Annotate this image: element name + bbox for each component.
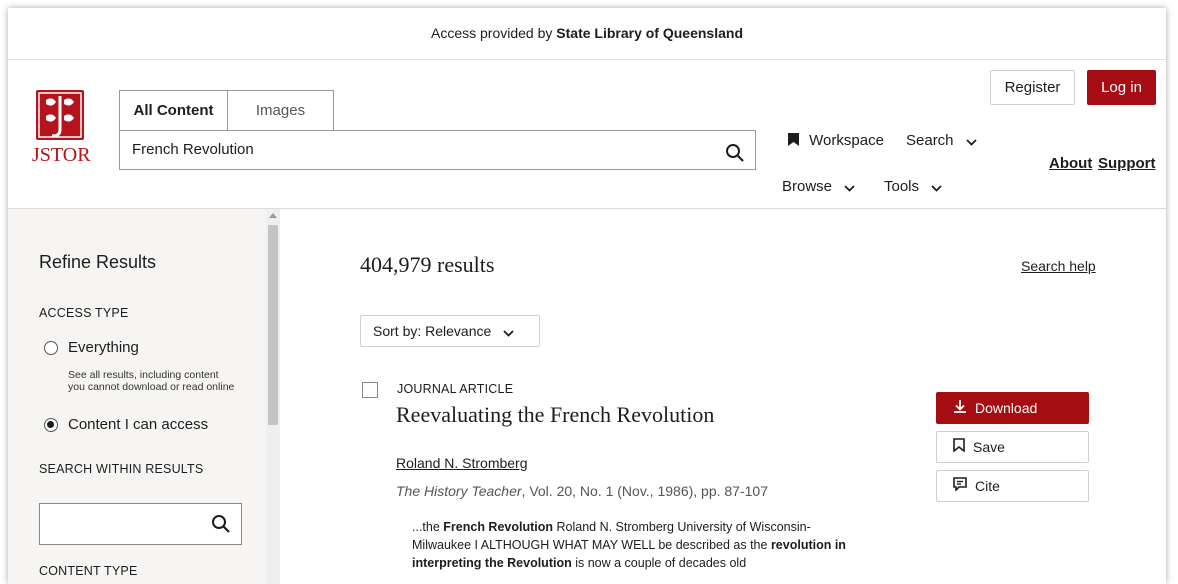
nav-browse[interactable]: Browse xyxy=(782,178,855,196)
download-label: Download xyxy=(975,400,1038,416)
site-header: JSTOR All Content Images French Revoluti… xyxy=(8,60,1166,209)
sort-label: Sort by: Relevance xyxy=(373,323,492,339)
chevron-down-icon xyxy=(844,179,855,196)
refine-title: Refine Results xyxy=(39,252,157,272)
radio-everything[interactable] xyxy=(44,341,58,355)
download-icon xyxy=(953,393,967,423)
radio-content-i-can-access[interactable] xyxy=(44,418,58,432)
support-link[interactable]: Support xyxy=(1098,155,1156,172)
chevron-down-icon xyxy=(966,133,977,150)
nav-tools-label: Tools xyxy=(884,178,920,195)
search-within-input[interactable] xyxy=(39,503,242,545)
cite-label: Cite xyxy=(975,478,1000,494)
access-prefix: Access provided by xyxy=(430,25,553,41)
jstor-logo[interactable]: JSTOR xyxy=(32,90,91,176)
access-bar: Access provided by State Library of Quee… xyxy=(8,8,1166,60)
login-button[interactable]: Log in xyxy=(1087,70,1156,105)
content-type-label: CONTENT TYPE xyxy=(39,564,138,578)
search-icon[interactable] xyxy=(211,514,231,539)
sidebar-scrollbar[interactable] xyxy=(266,209,280,584)
save-label: Save xyxy=(973,439,1005,455)
logo-text: JSTOR xyxy=(32,144,91,166)
results-count: 404,979 results xyxy=(360,252,495,277)
radio-everything-desc: See all results, including content you c… xyxy=(68,369,235,393)
chevron-down-icon xyxy=(931,179,942,196)
result-type: JOURNAL ARTICLE xyxy=(397,382,514,396)
register-button[interactable]: Register xyxy=(990,70,1075,105)
nav-workspace[interactable]: Workspace xyxy=(788,132,884,149)
cite-button[interactable]: Cite xyxy=(936,470,1089,502)
result-citation-details: , Vol. 20, No. 1 (Nov., 1986), pp. 87-10… xyxy=(521,483,768,499)
access-institution: State Library of Queensland xyxy=(556,25,743,41)
result-title[interactable]: Reevaluating the French Revolution xyxy=(396,402,714,428)
result-snippet: ...the French Revolution Roland N. Strom… xyxy=(412,518,852,572)
search-input-value: French Revolution xyxy=(132,141,254,158)
result-journal: The History Teacher xyxy=(396,483,522,499)
tab-images[interactable]: Images xyxy=(228,90,334,130)
result-citation: The History Teacher, Vol. 20, No. 1 (Nov… xyxy=(396,483,768,499)
sort-dropdown[interactable]: Sort by: Relevance xyxy=(360,315,540,347)
tab-all-content[interactable]: All Content xyxy=(119,90,228,130)
search-icon[interactable] xyxy=(725,140,745,178)
nav-workspace-label: Workspace xyxy=(809,132,884,149)
nav-tools[interactable]: Tools xyxy=(884,178,942,196)
scrollbar-thumb[interactable] xyxy=(268,225,278,425)
snippet-text: ...the xyxy=(412,520,444,534)
scroll-up-arrow-icon[interactable] xyxy=(269,213,277,218)
quote-icon xyxy=(953,471,967,501)
search-input[interactable]: French Revolution xyxy=(119,130,756,170)
download-button[interactable]: Download xyxy=(936,392,1089,424)
jstor-emblem-icon xyxy=(36,90,84,140)
nav-browse-label: Browse xyxy=(782,178,833,195)
refine-sidebar: Refine Results ACCESS TYPE Everything Se… xyxy=(8,209,266,584)
radio-content-access-label[interactable]: Content I can access xyxy=(68,416,208,433)
nav-search-label: Search xyxy=(906,132,954,149)
bookmark-icon xyxy=(788,132,809,149)
browser-viewport: Access provided by State Library of Quee… xyxy=(8,8,1166,584)
search-tabs: All Content Images xyxy=(119,90,334,130)
about-link[interactable]: About xyxy=(1049,155,1092,172)
bookmark-icon xyxy=(953,432,965,462)
search-within-label: SEARCH WITHIN RESULTS xyxy=(39,462,204,476)
radio-everything-label[interactable]: Everything xyxy=(68,339,139,356)
snippet-highlight: French Revolution xyxy=(443,520,554,534)
result-select-checkbox[interactable] xyxy=(362,382,378,398)
result-author[interactable]: Roland N. Stromberg xyxy=(396,455,528,471)
snippet-text: is now a couple of decades old xyxy=(571,556,747,570)
search-help-link[interactable]: Search help xyxy=(1021,258,1096,274)
access-type-label: ACCESS TYPE xyxy=(39,306,129,320)
save-button[interactable]: Save xyxy=(936,431,1089,463)
chevron-down-icon xyxy=(503,317,514,347)
nav-search[interactable]: Search xyxy=(906,132,977,150)
